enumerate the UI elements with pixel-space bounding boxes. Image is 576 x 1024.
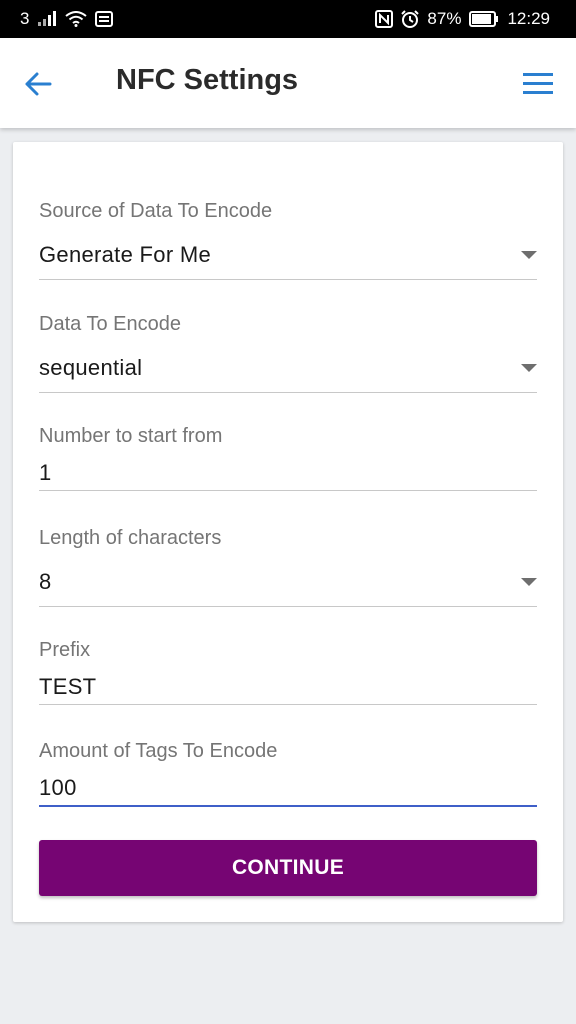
source-value: Generate For Me	[39, 242, 212, 267]
nfc-icon	[375, 10, 394, 28]
status-right: 87% 12:29	[375, 9, 558, 29]
back-button[interactable]	[22, 68, 54, 100]
amount-input[interactable]: 100	[39, 775, 77, 801]
wifi-icon	[65, 11, 88, 27]
start-number-field[interactable]: Number to start from 1	[39, 425, 537, 491]
menu-button[interactable]	[522, 70, 554, 98]
length-label: Length of characters	[39, 527, 222, 549]
data-underline	[39, 392, 537, 393]
source-underline	[39, 279, 537, 280]
data-label: Data To Encode	[39, 313, 181, 335]
alarm-icon	[401, 10, 420, 28]
battery-icon	[469, 11, 499, 27]
length-underline	[39, 606, 537, 607]
carrier-label: 3	[20, 9, 30, 28]
prefix-input[interactable]: TEST	[39, 674, 96, 700]
amount-label: Amount of Tags To Encode	[39, 740, 278, 762]
clock: 12:29	[507, 9, 550, 28]
start-number-underline	[39, 490, 537, 491]
length-value: 8	[39, 569, 52, 594]
data-value: sequential	[39, 355, 143, 380]
signal-icon	[37, 11, 57, 27]
source-label: Source of Data To Encode	[39, 200, 273, 222]
dropdown-caret-icon	[521, 578, 537, 586]
continue-button[interactable]: CONTINUE	[39, 840, 537, 896]
settings-card: Source of Data To Encode Generate For Me…	[13, 142, 563, 922]
arrow-left-icon	[25, 72, 52, 96]
start-number-label: Number to start from	[39, 425, 223, 447]
hamburger-menu-icon	[523, 73, 553, 94]
amount-underline-focused	[39, 805, 537, 807]
dropdown-caret-icon	[521, 251, 537, 259]
prefix-underline	[39, 704, 537, 705]
dropdown-caret-icon	[521, 364, 537, 372]
source-select[interactable]: Source of Data To Encode Generate For Me	[39, 200, 537, 280]
data-select[interactable]: Data To Encode sequential	[39, 313, 537, 393]
sim-card-icon	[95, 11, 114, 27]
prefix-field[interactable]: Prefix TEST	[39, 639, 537, 705]
app-bar: NFC Settings	[0, 38, 576, 128]
status-left: 3	[20, 9, 121, 29]
page-title: NFC Settings	[116, 64, 299, 96]
amount-field[interactable]: Amount of Tags To Encode 100	[39, 740, 537, 808]
battery-percent: 87%	[427, 9, 462, 28]
length-select[interactable]: Length of characters 8	[39, 527, 537, 607]
status-bar: 3 87% 12:29	[0, 0, 576, 38]
prefix-label: Prefix	[39, 639, 91, 661]
start-number-input[interactable]: 1	[39, 460, 52, 486]
